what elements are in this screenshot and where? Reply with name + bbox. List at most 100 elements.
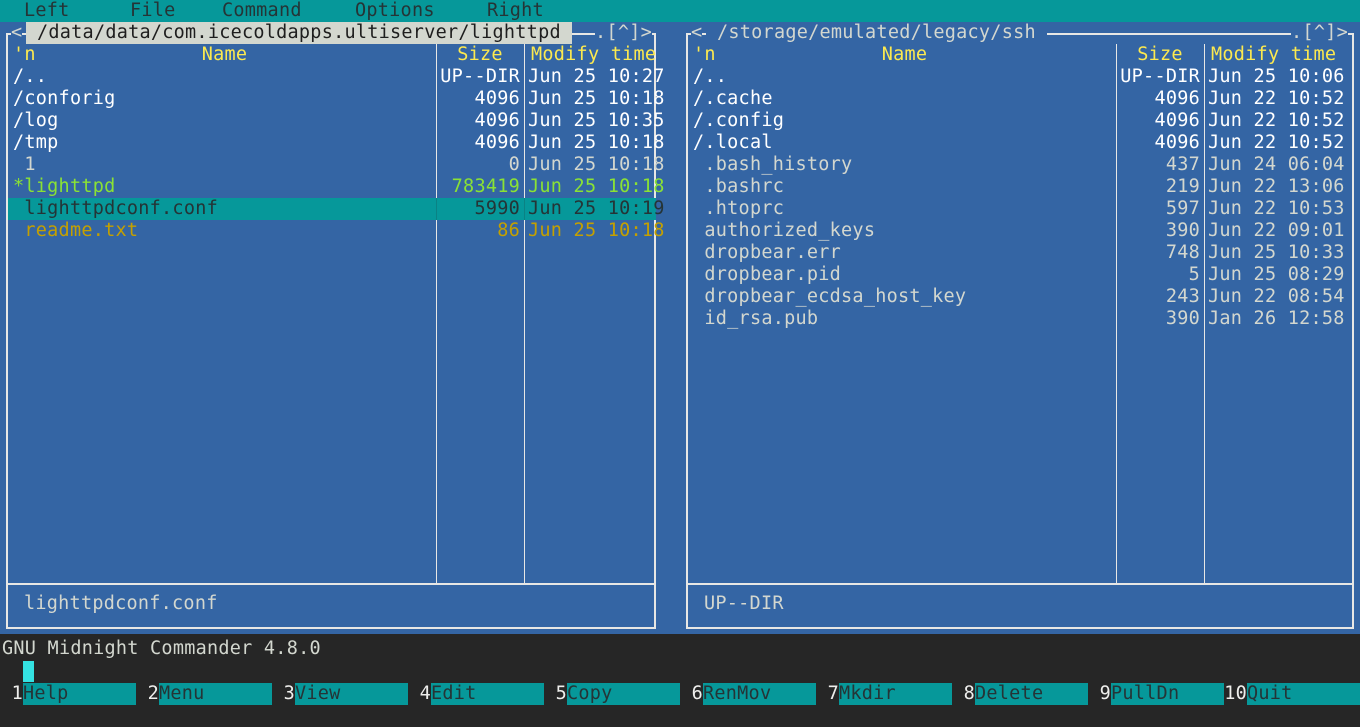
file-row-lighttpd[interactable]: *lighttpd783419Jun 25 10:18 xyxy=(0,176,680,198)
function-key-help[interactable]: 1Help xyxy=(0,683,136,705)
function-key-label: Delete xyxy=(975,683,1088,705)
function-key-label: PullDn xyxy=(1111,683,1224,705)
file-name-cell: .bash_history xyxy=(693,154,852,176)
function-key-delete[interactable]: 8Delete xyxy=(952,683,1088,705)
file-mtime-cell: Jun 22 09:01 xyxy=(1208,220,1345,242)
function-key-view[interactable]: 3View xyxy=(272,683,408,705)
menu-bar: Left File Command Options Right xyxy=(0,0,1360,22)
file-name-cell: .htoprc xyxy=(693,198,784,220)
file-mtime-cell: Jun 25 10:18 xyxy=(528,176,665,198)
function-key-pulldn[interactable]: 9PullDn xyxy=(1088,683,1224,705)
file-row-.local[interactable]: /.local4096Jun 22 10:52 xyxy=(680,132,1360,154)
file-mtime-cell: Jun 25 10:27 xyxy=(528,66,665,88)
file-name-cell: id_rsa.pub xyxy=(693,308,818,330)
file-row-updir[interactable]: /..UP--DIRJun 25 10:06 xyxy=(680,66,1360,88)
file-name-cell: .bashrc xyxy=(693,176,784,198)
panel-updir-decoration[interactable]: .[^]> xyxy=(595,22,652,44)
file-size-cell: 4096 xyxy=(1116,88,1200,110)
function-key-number: 6 xyxy=(680,683,703,705)
function-key-number: 7 xyxy=(816,683,839,705)
file-row-dropbear_ecdsa_host_key[interactable]: dropbear_ecdsa_host_key243Jun 22 08:54 xyxy=(680,286,1360,308)
function-key-label: View xyxy=(295,683,408,705)
file-name-cell: /.local xyxy=(693,132,773,154)
menubar-item-file[interactable]: File xyxy=(130,0,176,22)
column-headers: 'n Name Size Modify time xyxy=(680,44,1360,66)
menubar-item-left[interactable]: Left xyxy=(24,0,70,22)
file-size-cell: 219 xyxy=(1116,176,1200,198)
midnight-commander-screen: Left File Command Options Right < /data/data… xyxy=(0,0,1360,727)
column-header-name[interactable]: Name xyxy=(693,44,1116,66)
column-header-size[interactable]: Size xyxy=(436,44,524,66)
menubar-item-command[interactable]: Command xyxy=(222,0,302,22)
function-key-number: 5 xyxy=(544,683,567,705)
file-size-cell: 390 xyxy=(1116,308,1200,330)
panel-updir-decoration[interactable]: .[^]> xyxy=(1291,22,1348,44)
text-cursor xyxy=(23,661,34,682)
panel-history-back-arrow[interactable]: < xyxy=(691,22,702,44)
file-name-cell: /tmp xyxy=(13,132,59,154)
panel-path-title[interactable]: /storage/emulated/legacy/ssh xyxy=(706,22,1047,44)
function-key-number: 1 xyxy=(0,683,23,705)
function-key-edit[interactable]: 4Edit xyxy=(408,683,544,705)
file-row-dropbear.err[interactable]: dropbear.err748Jun 25 10:33 xyxy=(680,242,1360,264)
file-mtime-cell: Jan 26 12:58 xyxy=(1208,308,1345,330)
file-row-.cache[interactable]: /.cache4096Jun 22 10:52 xyxy=(680,88,1360,110)
function-key-label: Help xyxy=(23,683,136,705)
function-key-quit[interactable]: 10Quit xyxy=(1224,683,1360,705)
file-name-cell: dropbear.pid xyxy=(693,264,841,286)
file-size-cell: 437 xyxy=(1116,154,1200,176)
file-row-.bash_history[interactable]: .bash_history 437 Jun 24 06:04 xyxy=(680,154,1360,176)
mini-status: UP--DIR xyxy=(704,593,784,615)
command-line-input[interactable] xyxy=(0,660,1360,682)
file-mtime-cell: Jun 24 06:04 xyxy=(1208,154,1345,176)
menubar-item-options[interactable]: Options xyxy=(355,0,435,22)
function-key-bar: 1Help2Menu3View4Edit5Copy6RenMov7Mkdir8D… xyxy=(0,683,1360,705)
function-key-renmov[interactable]: 6RenMov xyxy=(680,683,816,705)
column-header-name[interactable]: Name xyxy=(13,44,436,66)
file-row-conforig[interactable]: /conforig4096Jun 25 10:18 xyxy=(0,88,680,110)
function-key-menu[interactable]: 2Menu xyxy=(136,683,272,705)
file-size-cell: 783419 xyxy=(436,176,520,198)
function-key-label: Copy xyxy=(567,683,680,705)
file-name-cell: 1 xyxy=(13,154,36,176)
file-row-id_rsa.pub[interactable]: id_rsa.pub 390 Jan 26 12:58 xyxy=(680,308,1360,330)
file-row-dropbear.pid[interactable]: dropbear.pid5Jun 25 08:29 xyxy=(680,264,1360,286)
function-key-copy[interactable]: 5Copy xyxy=(544,683,680,705)
file-size-cell: 4096 xyxy=(436,132,520,154)
function-key-number: 10 xyxy=(1224,683,1247,705)
file-size-cell: 243 xyxy=(1116,286,1200,308)
column-header-size[interactable]: Size xyxy=(1116,44,1204,66)
file-mtime-cell: Jun 22 13:06 xyxy=(1208,176,1345,198)
file-row-updir[interactable]: /..UP--DIRJun 25 10:27 xyxy=(0,66,680,88)
file-size-cell: 0 xyxy=(436,154,520,176)
file-size-cell: UP--DIR xyxy=(1116,66,1200,88)
file-row-.htoprc[interactable]: .htoprc 597 Jun 22 10:53 xyxy=(680,198,1360,220)
function-key-mkdir[interactable]: 7Mkdir xyxy=(816,683,952,705)
file-mtime-cell: Jun 22 10:52 xyxy=(1208,110,1345,132)
file-row-1[interactable]: 1 0 Jun 25 10:18 xyxy=(0,154,680,176)
file-row-.config[interactable]: /.config4096Jun 22 10:52 xyxy=(680,110,1360,132)
file-mtime-cell: Jun 22 10:53 xyxy=(1208,198,1345,220)
function-key-label: Edit xyxy=(431,683,544,705)
function-key-number: 2 xyxy=(136,683,159,705)
function-key-number: 4 xyxy=(408,683,431,705)
column-header-mtime[interactable]: Modify time xyxy=(531,44,656,66)
file-size-cell: 4096 xyxy=(436,88,520,110)
file-size-cell: 86 xyxy=(436,220,520,242)
panel-history-back-arrow[interactable]: < xyxy=(11,22,22,44)
file-row-log[interactable]: /log4096Jun 25 10:35 xyxy=(0,110,680,132)
file-name-cell: authorized_keys xyxy=(693,220,875,242)
file-row-tmp[interactable]: /tmp4096Jun 25 10:18 xyxy=(0,132,680,154)
column-header-mtime[interactable]: Modify time xyxy=(1211,44,1336,66)
file-mtime-cell: Jun 25 10:35 xyxy=(528,110,665,132)
file-size-cell: 748 xyxy=(1116,242,1200,264)
file-row-.bashrc[interactable]: .bashrc 219 Jun 22 13:06 xyxy=(680,176,1360,198)
file-mtime-cell: Jun 25 10:18 xyxy=(528,154,665,176)
file-mtime-cell: Jun 22 08:54 xyxy=(1208,286,1345,308)
file-row-authorized_keys[interactable]: authorized_keys390Jun 22 09:01 xyxy=(680,220,1360,242)
file-row-lighttpdconf.conf[interactable]: lighttpdconf.conf5990Jun 25 10:19 xyxy=(0,198,680,220)
file-row-readme.txt[interactable]: readme.txt86Jun 25 10:18 xyxy=(0,220,680,242)
panel-path-title[interactable]: /data/data/com.icecoldapps.ultiserver/li… xyxy=(26,22,572,44)
file-size-cell: 597 xyxy=(1116,198,1200,220)
menubar-item-right[interactable]: Right xyxy=(487,0,544,22)
